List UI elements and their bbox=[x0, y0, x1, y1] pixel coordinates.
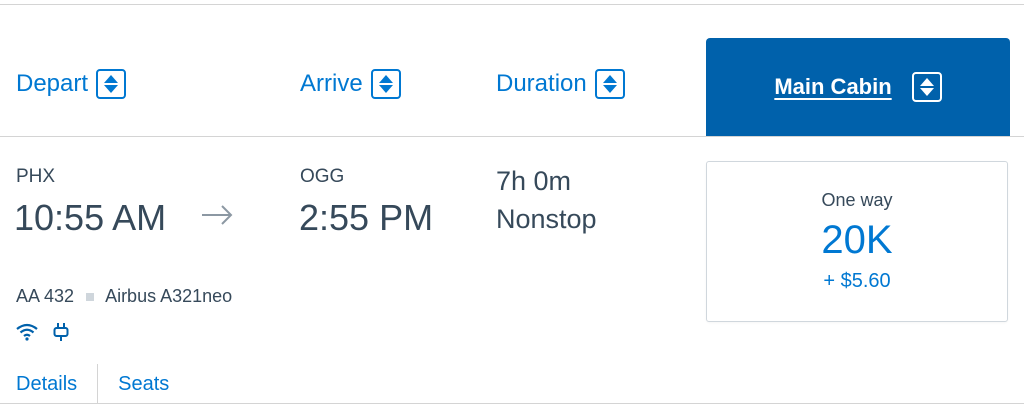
flight-meta: AA 432 Airbus A321neo bbox=[16, 286, 232, 307]
price-taxes: + $5.60 bbox=[823, 270, 891, 292]
link-divider bbox=[97, 364, 99, 404]
bottom-divider bbox=[0, 403, 1024, 404]
arrow-right-icon bbox=[200, 203, 234, 232]
flight-number: AA 432 bbox=[16, 286, 75, 306]
arrive-header-label: Arrive bbox=[300, 70, 363, 97]
sort-duration-header[interactable]: Duration bbox=[496, 64, 625, 104]
sort-arrive-header[interactable]: Arrive bbox=[300, 64, 401, 104]
flight-links: Details Seats bbox=[16, 364, 169, 404]
sort-depart-header[interactable]: Depart bbox=[16, 64, 127, 104]
depart-time: 10:55 AM bbox=[14, 197, 167, 238]
details-link[interactable]: Details bbox=[16, 373, 77, 396]
top-divider bbox=[0, 4, 1024, 5]
origin-airport-code: PHX bbox=[16, 166, 56, 187]
main-cabin-price-button[interactable]: One way 20K + $5.60 bbox=[706, 161, 1008, 322]
sort-toggle-icon[interactable] bbox=[911, 72, 942, 102]
trip-type-label: One way bbox=[821, 190, 893, 210]
flight-duration: 7h 0m bbox=[496, 166, 572, 196]
flight-results-page: Depart Arrive Duration Main Cabin PHX 10… bbox=[0, 0, 1024, 405]
header-divider bbox=[0, 136, 1024, 137]
amenities bbox=[16, 322, 70, 347]
wifi-icon bbox=[16, 323, 38, 346]
seats-link[interactable]: Seats bbox=[118, 373, 169, 396]
stops-label: Nonstop bbox=[496, 204, 597, 234]
sort-toggle-icon[interactable] bbox=[96, 69, 127, 99]
price-miles: 20K bbox=[821, 218, 893, 262]
duration-header-label: Duration bbox=[496, 70, 587, 97]
aircraft-type: Airbus A321neo bbox=[105, 286, 233, 306]
main-cabin-tab[interactable]: Main Cabin bbox=[706, 38, 1010, 136]
main-cabin-label: Main Cabin bbox=[774, 74, 892, 99]
depart-header-label: Depart bbox=[16, 70, 89, 97]
arrive-time: 2:55 PM bbox=[299, 197, 434, 238]
power-outlet-icon bbox=[52, 322, 70, 347]
destination-airport-code: OGG bbox=[300, 166, 345, 187]
sort-toggle-icon[interactable] bbox=[594, 69, 625, 99]
sort-toggle-icon[interactable] bbox=[370, 69, 401, 99]
separator-icon bbox=[86, 292, 95, 301]
